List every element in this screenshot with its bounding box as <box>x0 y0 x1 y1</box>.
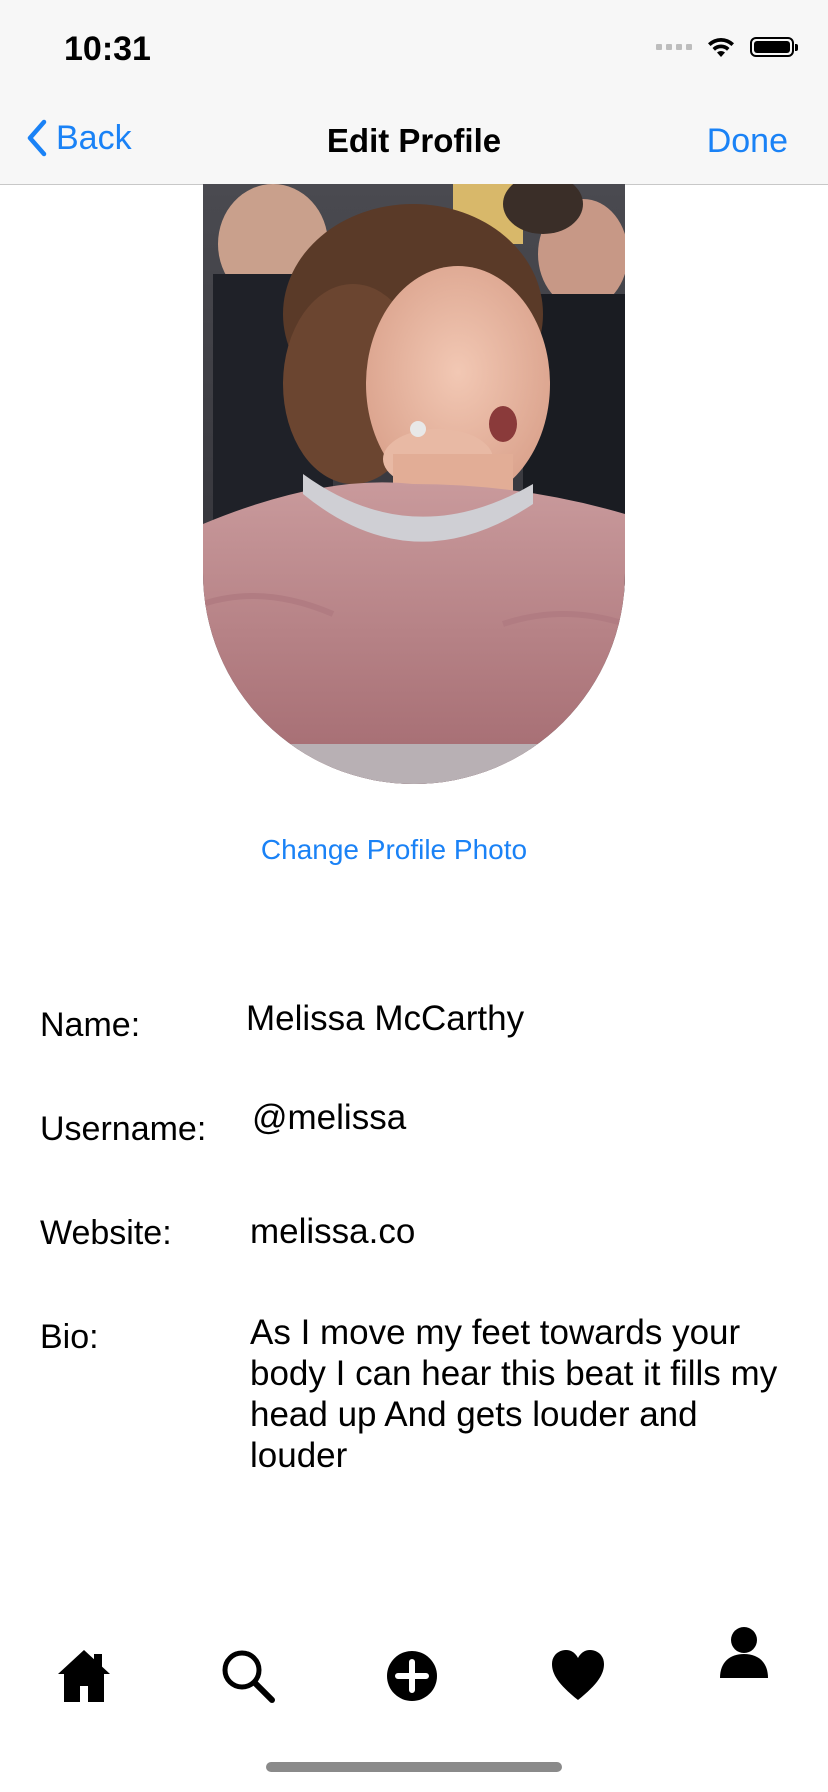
status-icons <box>656 36 798 58</box>
bio-label: Bio: <box>40 1318 99 1356</box>
profile-icon[interactable] <box>714 1622 774 1682</box>
name-field[interactable]: Melissa McCarthy <box>246 998 786 1039</box>
battery-icon <box>750 37 798 57</box>
profile-photo[interactable] <box>203 184 625 784</box>
website-field[interactable]: melissa.co <box>250 1211 790 1252</box>
add-icon[interactable] <box>382 1646 442 1706</box>
done-button[interactable]: Done <box>707 122 788 161</box>
cellular-signal-icon <box>656 44 692 50</box>
home-indicator[interactable] <box>266 1762 562 1772</box>
status-bar: 10:31 <box>0 0 828 100</box>
name-label: Name: <box>40 1006 141 1044</box>
username-field[interactable]: @melissa <box>252 1097 792 1138</box>
navigation-bar: Back Edit Profile Done <box>0 100 828 185</box>
search-icon[interactable] <box>218 1646 278 1706</box>
wifi-icon <box>708 37 734 57</box>
heart-icon[interactable] <box>548 1646 608 1706</box>
page-title: Edit Profile <box>326 122 502 159</box>
status-time: 10:31 <box>64 30 151 68</box>
bio-field[interactable]: As I move my feet towards your body I ca… <box>250 1312 790 1476</box>
profile-photo-image <box>203 184 625 784</box>
website-label: Website: <box>40 1214 172 1252</box>
username-label: Username: <box>40 1110 207 1148</box>
tab-bar <box>0 1620 828 1720</box>
change-profile-photo-button[interactable]: Change Profile Photo <box>0 834 828 866</box>
home-icon[interactable] <box>54 1646 114 1706</box>
